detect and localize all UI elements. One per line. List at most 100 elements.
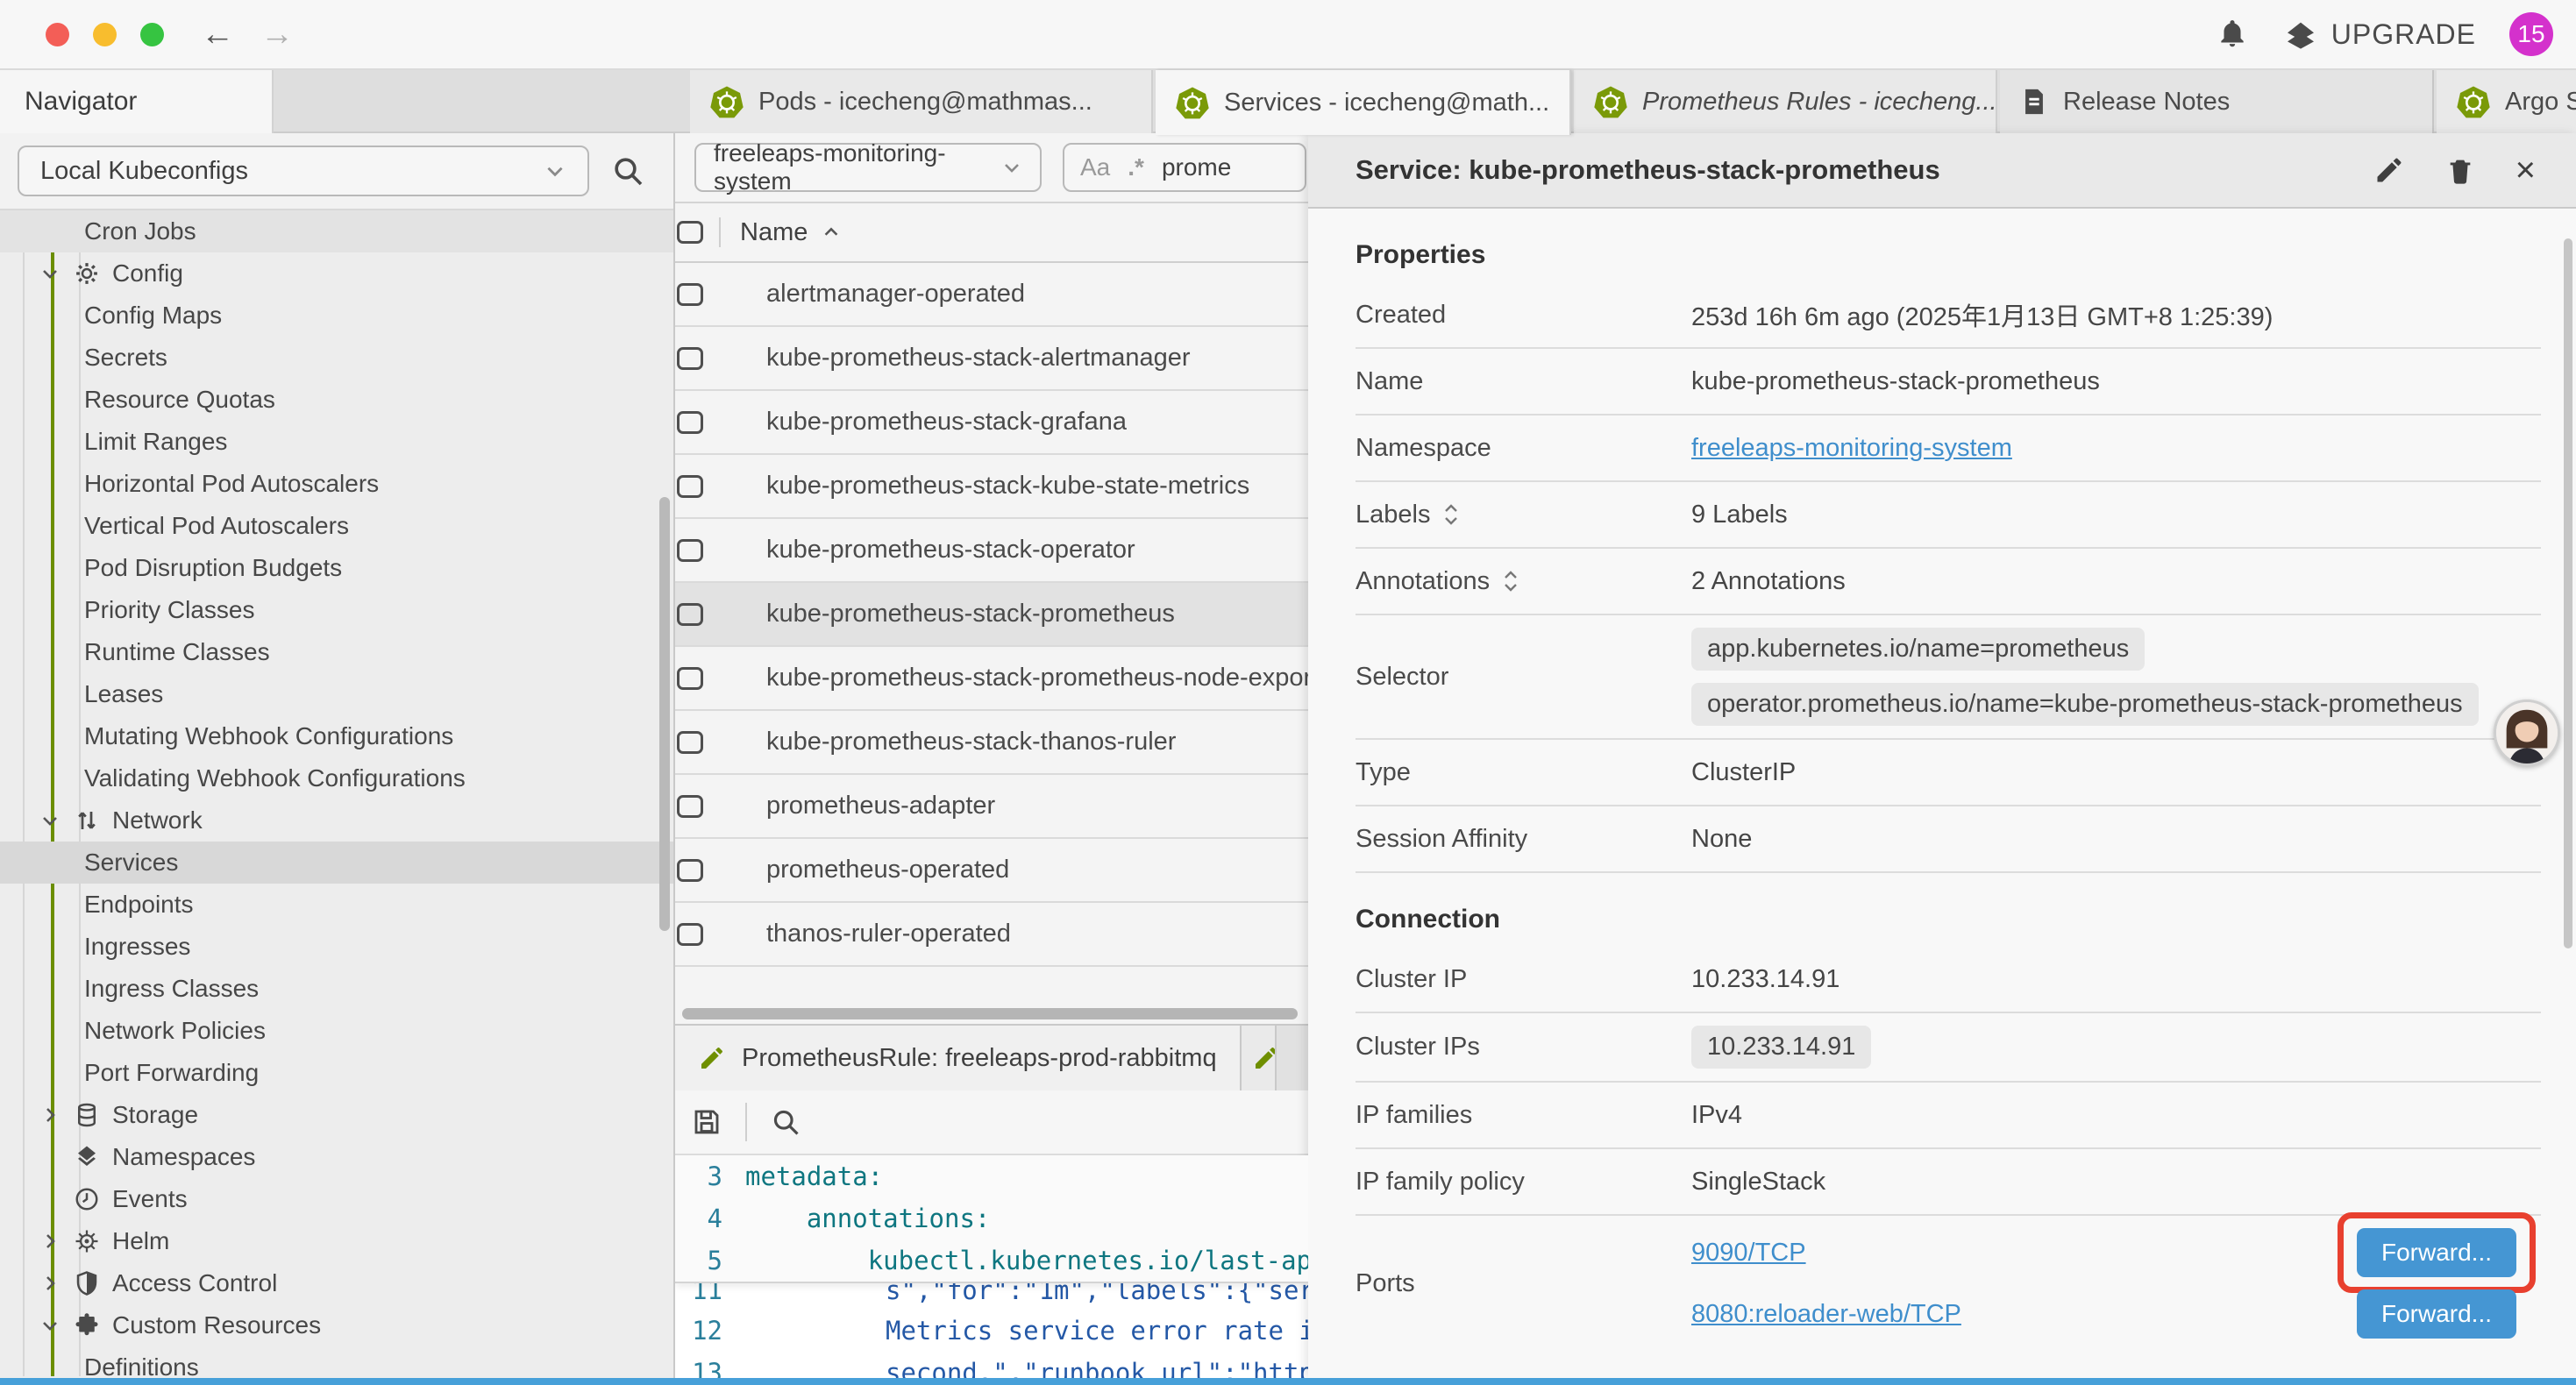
editor-tab-partial[interactable] — [1242, 1026, 1277, 1090]
sidebar-item-pod-disruption-budgets[interactable]: Pod Disruption Budgets — [0, 547, 673, 589]
table-row-kube-prometheus-stack-kube-state-metrics[interactable]: kube-prometheus-stack-kube-state-metrics — [675, 455, 1308, 519]
chevron-down-icon[interactable] — [39, 810, 61, 831]
sidebar-scrollbar[interactable] — [659, 497, 670, 931]
sidebar-item-ingresses[interactable]: Ingresses — [0, 926, 673, 968]
bell-icon[interactable] — [2216, 18, 2249, 51]
sidebar-item-resource-quotas[interactable]: Resource Quotas — [0, 379, 673, 421]
sidebar-item-config-maps[interactable]: Config Maps — [0, 295, 673, 337]
editor-url-link[interactable]: https://net — [1253, 1358, 1308, 1378]
tab-prometheus-rules-ice[interactable]: Prometheus Rules - icecheng... — [1574, 70, 1997, 133]
notification-badge[interactable]: 15 — [2509, 12, 2553, 56]
sidebar-item-vertical-pod-autoscalers[interactable]: Vertical Pod Autoscalers — [0, 505, 673, 547]
close-window-button[interactable] — [46, 23, 69, 46]
sidebar-item-port-forwarding[interactable]: Port Forwarding — [0, 1052, 673, 1094]
sidebar-item-cron-jobs[interactable]: Cron Jobs — [0, 210, 673, 252]
delete-icon[interactable] — [2445, 154, 2475, 186]
sidebar-item-runtime-classes[interactable]: Runtime Classes — [0, 631, 673, 673]
table-row-kube-prometheus-stack-prometheus[interactable]: kube-prometheus-stack-prometheus — [675, 583, 1308, 647]
editor-search-icon[interactable] — [770, 1106, 801, 1138]
table-row-prometheus-adapter[interactable]: prometheus-adapter — [675, 775, 1308, 839]
tab-argo-se[interactable]: Argo Se — [2437, 70, 2576, 133]
upgrade-button[interactable]: UPGRADE — [2282, 17, 2476, 52]
chevron-down-icon[interactable] — [39, 1315, 61, 1336]
row-checkbox[interactable] — [677, 539, 703, 562]
horizontal-scrollbar[interactable] — [682, 1008, 1298, 1019]
select-all-checkbox[interactable] — [677, 221, 703, 244]
row-checkbox[interactable] — [677, 347, 703, 370]
sidebar-item-secrets[interactable]: Secrets — [0, 337, 673, 379]
sidebar-item-leases[interactable]: Leases — [0, 673, 673, 715]
filter-input[interactable]: Aa .* prome — [1063, 143, 1306, 192]
table-row-kube-prometheus-stack-prometheus-node-expor[interactable]: kube-prometheus-stack-prometheus-node-ex… — [675, 647, 1308, 711]
row-checkbox[interactable] — [677, 411, 703, 434]
chevron-right-icon[interactable] — [39, 1231, 61, 1252]
row-checkbox[interactable] — [677, 475, 703, 498]
search-icon[interactable] — [610, 153, 645, 188]
sidebar-item-network-policies[interactable]: Network Policies — [0, 1010, 673, 1052]
minimize-window-button[interactable] — [93, 23, 117, 46]
sidebar-item-endpoints[interactable]: Endpoints — [0, 884, 673, 926]
table-row-kube-prometheus-stack-thanos-ruler[interactable]: kube-prometheus-stack-thanos-ruler — [675, 711, 1308, 775]
editor-line-12: 12Metrics service error rate is {{ $va — [675, 1310, 1308, 1352]
row-checkbox[interactable] — [677, 795, 703, 818]
namespace-link[interactable]: freeleaps-monitoring-system — [1691, 434, 2541, 463]
sidebar-item-limit-ranges[interactable]: Limit Ranges — [0, 421, 673, 463]
regex-toggle[interactable]: .* — [1128, 153, 1144, 181]
yaml-editor[interactable]: 3metadata:4 annotations:5 kubectl.kubern… — [675, 1155, 1308, 1378]
row-checkbox[interactable] — [677, 283, 703, 306]
table-row-kube-prometheus-stack-operator[interactable]: kube-prometheus-stack-operator — [675, 519, 1308, 583]
sidebar-item-horizontal-pod-autoscalers[interactable]: Horizontal Pod Autoscalers — [0, 463, 673, 505]
port-link-9090-tcp[interactable]: 9090/TCP — [1691, 1239, 1806, 1268]
chevron-down-icon[interactable] — [39, 263, 61, 284]
name-column-header[interactable]: Name — [740, 218, 841, 247]
sidebar-item-access-control[interactable]: Access Control — [0, 1262, 673, 1304]
table-row-thanos-ruler-operated[interactable]: thanos-ruler-operated — [675, 903, 1308, 967]
row-checkbox[interactable] — [677, 731, 703, 754]
row-checkbox[interactable] — [677, 923, 703, 946]
sidebar-item-config[interactable]: Config — [0, 252, 673, 295]
expand-sorter-icon[interactable] — [1442, 502, 1460, 527]
sidebar-item-events[interactable]: Events — [0, 1178, 673, 1220]
user-avatar[interactable] — [2494, 700, 2560, 766]
close-icon[interactable]: × — [2516, 151, 2536, 190]
sidebar-item-validating-webhook-configurations[interactable]: Validating Webhook Configurations — [0, 757, 673, 799]
table-row-prometheus-operated[interactable]: prometheus-operated — [675, 839, 1308, 903]
sidebar-item-namespaces[interactable]: Namespaces — [0, 1136, 673, 1178]
forward-button[interactable]: Forward... — [2357, 1289, 2516, 1339]
tab-services-icecheng-ma[interactable]: Services - icecheng@math...× — [1156, 70, 1571, 135]
chevron-down-icon — [544, 160, 566, 182]
port-link-8080-reloader-web-tcp[interactable]: 8080:reloader-web/TCP — [1691, 1300, 1961, 1329]
sidebar-item-priority-classes[interactable]: Priority Classes — [0, 589, 673, 631]
row-checkbox[interactable] — [677, 603, 703, 626]
forward-arrow-icon[interactable]: → — [260, 16, 294, 53]
sidebar-item-custom-resources[interactable]: Custom Resources — [0, 1304, 673, 1346]
match-case-toggle[interactable]: Aa — [1080, 153, 1110, 181]
forward-button[interactable]: Forward... — [2357, 1228, 2516, 1277]
chevron-right-icon[interactable] — [39, 1273, 61, 1294]
sidebar-item-mutating-webhook-configurations[interactable]: Mutating Webhook Configurations — [0, 715, 673, 757]
maximize-window-button[interactable] — [140, 23, 164, 46]
table-row-alertmanager-operated[interactable]: alertmanager-operated — [675, 263, 1308, 327]
table-row-kube-prometheus-stack-grafana[interactable]: kube-prometheus-stack-grafana — [675, 391, 1308, 455]
navigator-panel-tab[interactable]: Navigator — [0, 70, 274, 133]
sidebar-item-network[interactable]: Network — [0, 799, 673, 842]
expand-sorter-icon[interactable] — [1502, 569, 1519, 593]
editor-tab-prometheusrule[interactable]: PrometheusRule: freeleaps-prod-rabbitmq — [675, 1026, 1242, 1090]
chevron-right-icon[interactable] — [39, 1104, 61, 1126]
details-scrollbar[interactable] — [2564, 238, 2572, 948]
edit-icon[interactable] — [2373, 154, 2405, 186]
sidebar-item-definitions[interactable]: Definitions — [0, 1346, 673, 1378]
sidebar-item-services[interactable]: Services — [0, 842, 673, 884]
kubeconfig-selector[interactable]: Local Kubeconfigs — [18, 146, 589, 196]
table-row-kube-prometheus-stack-alertmanager[interactable]: kube-prometheus-stack-alertmanager — [675, 327, 1308, 391]
row-checkbox[interactable] — [677, 667, 703, 690]
sidebar-item-ingress-classes[interactable]: Ingress Classes — [0, 968, 673, 1010]
back-arrow-icon[interactable]: ← — [201, 16, 234, 53]
sidebar-item-helm[interactable]: Helm — [0, 1220, 673, 1262]
row-checkbox[interactable] — [677, 859, 703, 882]
tab-pods-icecheng-mathma[interactable]: Pods - icecheng@mathmas... — [690, 70, 1153, 133]
sidebar-item-storage[interactable]: Storage — [0, 1094, 673, 1136]
save-icon[interactable] — [691, 1106, 722, 1138]
tab-release-notes[interactable]: Release Notes — [2000, 70, 2434, 133]
namespace-selector[interactable]: freeleaps-monitoring-system — [694, 143, 1042, 192]
